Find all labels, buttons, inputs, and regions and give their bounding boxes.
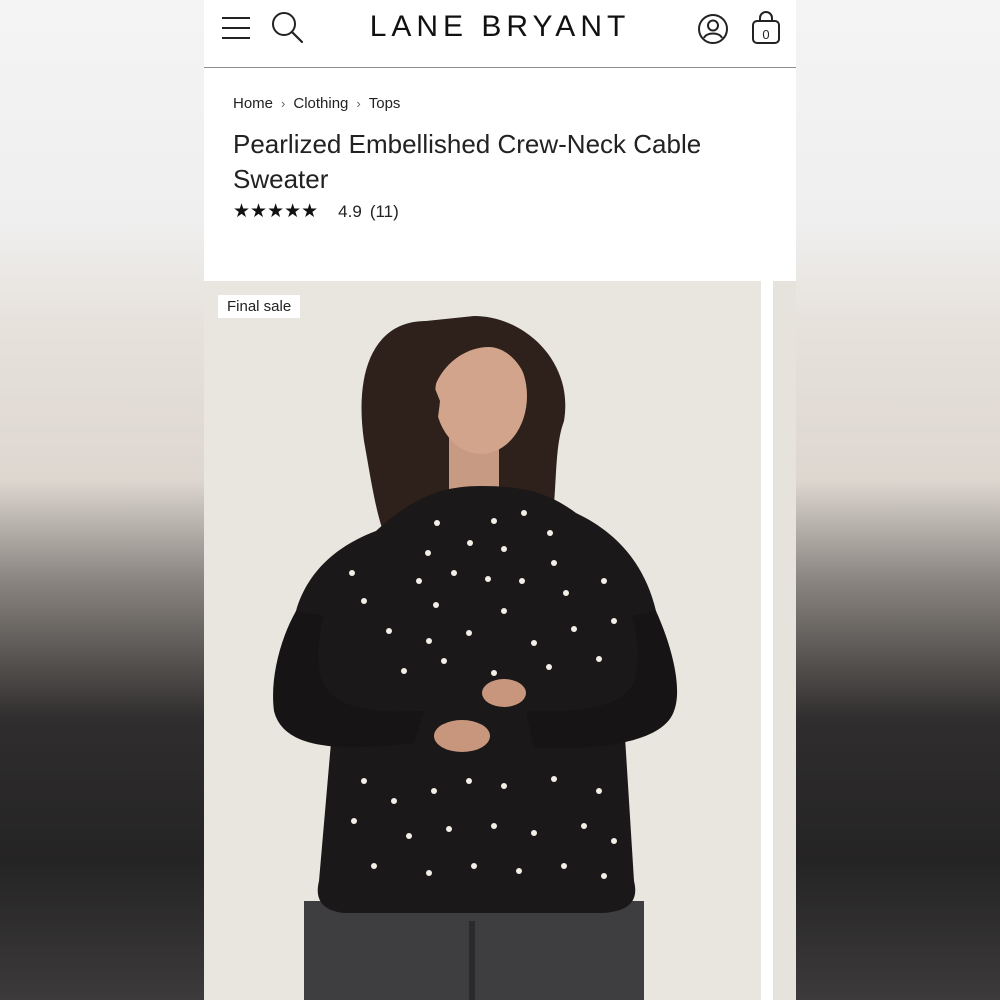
product-title: Pearlized Embellished Crew-Neck Cable Sw… bbox=[233, 129, 702, 194]
search-button[interactable] bbox=[268, 8, 308, 48]
breadcrumb-tops[interactable]: Tops bbox=[369, 95, 401, 112]
search-icon bbox=[272, 12, 304, 44]
breadcrumb: Home › Clothing › Tops bbox=[233, 95, 400, 112]
breadcrumb-clothing[interactable]: Clothing bbox=[293, 95, 348, 112]
product-rating[interactable]: ★★★★★ 4.9 (11) bbox=[233, 200, 399, 223]
breadcrumb-separator: › bbox=[356, 96, 361, 111]
next-product-image-peek[interactable] bbox=[773, 281, 796, 1000]
menu-button[interactable] bbox=[218, 10, 254, 46]
user-account-icon bbox=[698, 14, 728, 44]
shopping-bag-button[interactable]: 0 bbox=[748, 8, 784, 48]
hamburger-menu-icon bbox=[222, 17, 250, 39]
shopping-bag-icon: 0 bbox=[752, 11, 780, 44]
background-blur-left bbox=[0, 0, 204, 1000]
final-sale-badge: Final sale bbox=[218, 295, 301, 318]
product-image[interactable]: Final sale bbox=[204, 281, 761, 1000]
model-photo bbox=[204, 281, 761, 1000]
account-button[interactable] bbox=[694, 10, 732, 48]
breadcrumb-separator: › bbox=[281, 96, 286, 111]
rating-stars: ★★★★★ bbox=[233, 201, 319, 222]
mobile-page: LANE BRYANT 0 Home › Clothing › Tops Pearliz… bbox=[204, 0, 796, 1000]
bag-count: 0 bbox=[762, 27, 769, 42]
breadcrumb-home[interactable]: Home bbox=[233, 95, 273, 112]
rating-score: 4.9 bbox=[338, 201, 362, 221]
review-count: (11) bbox=[369, 201, 399, 221]
site-header: LANE BRYANT 0 bbox=[204, 0, 796, 68]
background-blur-right bbox=[796, 0, 1000, 1000]
brand-logo[interactable]: LANE BRYANT bbox=[354, 9, 646, 45]
